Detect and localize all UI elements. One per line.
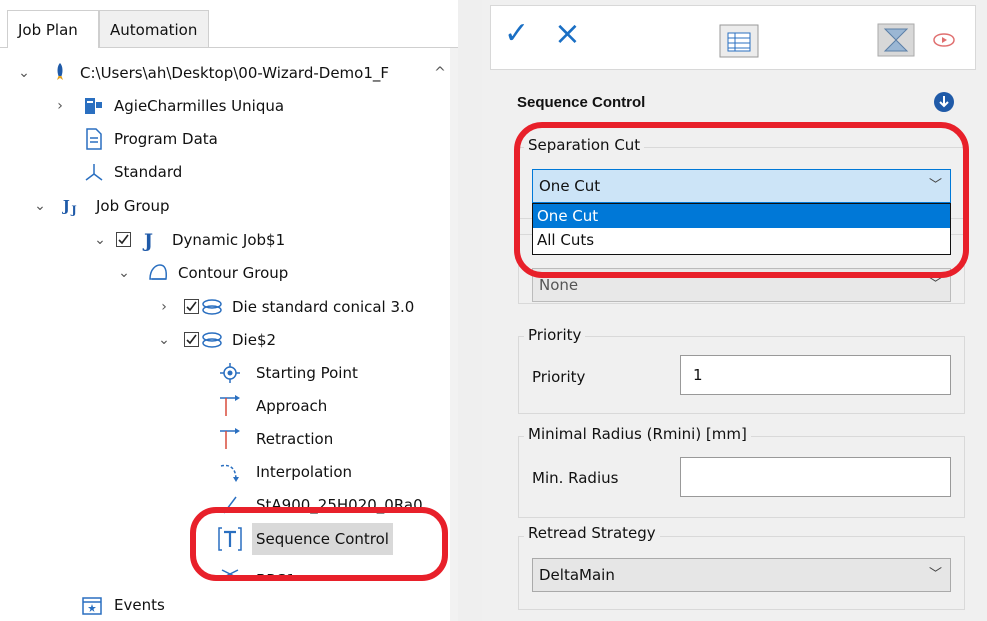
hidden-select-value: None bbox=[539, 276, 579, 294]
svg-text:J: J bbox=[70, 204, 76, 217]
interpolation-icon bbox=[220, 464, 239, 482]
tree-item-starting-point[interactable]: Starting Point bbox=[0, 357, 450, 389]
tree-item-label: Die$2 bbox=[232, 331, 277, 349]
min-radius-label: Min. Radius bbox=[532, 469, 619, 487]
rocket-icon bbox=[57, 63, 63, 80]
checkbox-checked[interactable] bbox=[184, 299, 199, 314]
tree-item-contour-group[interactable]: ⌄ Contour Group bbox=[0, 257, 450, 289]
panel-title: Sequence Control bbox=[517, 94, 646, 111]
min-radius-input[interactable] bbox=[680, 457, 951, 497]
tab-automation[interactable]: Automation bbox=[99, 10, 209, 48]
tree-item-root[interactable]: ⌄ C:\Users\ah\Desktop\00-Wizard-Demo1_F … bbox=[0, 57, 450, 89]
retread-strategy-title: Retread Strategy bbox=[524, 524, 660, 542]
highlight-outline-dropdown bbox=[514, 122, 969, 278]
retraction-icon bbox=[220, 428, 240, 449]
tree-item-label: Standard bbox=[114, 163, 183, 181]
reset-icon[interactable] bbox=[877, 23, 915, 57]
tree-item-label: Retraction bbox=[256, 430, 334, 448]
checkbox-checked[interactable] bbox=[116, 232, 131, 247]
tree-item-label: Job Group bbox=[96, 197, 170, 215]
tree-item-label: Interpolation bbox=[256, 463, 352, 481]
document-icon bbox=[86, 128, 102, 150]
svg-text:J: J bbox=[62, 198, 70, 215]
contour-group-icon bbox=[149, 264, 167, 280]
panel-splitter[interactable] bbox=[458, 0, 482, 621]
tree-item-dynamic-job[interactable]: ⌄ J Dynamic Job$1 bbox=[0, 224, 450, 256]
tree-scrollbar[interactable] bbox=[450, 48, 458, 621]
tree-item-label: Program Data bbox=[114, 130, 218, 148]
tree-item-label: Contour Group bbox=[178, 264, 289, 282]
chevron-down-icon[interactable]: ⌄ bbox=[156, 324, 172, 356]
tab-job-plan[interactable]: Job Plan bbox=[7, 10, 99, 48]
tree-item-label: Dynamic Job$1 bbox=[172, 231, 286, 249]
cycle-icon[interactable] bbox=[929, 26, 959, 54]
chevron-down-icon[interactable]: ⌄ bbox=[92, 224, 108, 256]
tree-item-standard[interactable]: Standard bbox=[0, 156, 450, 188]
chevron-down-icon[interactable]: ⌄ bbox=[116, 257, 132, 289]
collapse-section-icon[interactable] bbox=[934, 92, 954, 112]
tree-item-approach[interactable]: Approach bbox=[0, 390, 450, 422]
job-group-icon: J J bbox=[62, 198, 77, 217]
tree-item-label: Events bbox=[114, 596, 165, 614]
chevron-down-icon[interactable]: ⌄ bbox=[32, 190, 48, 222]
priority-value: 1 bbox=[693, 366, 703, 384]
retread-strategy-select[interactable]: DeltaMain ﹀ bbox=[532, 558, 951, 592]
tab-bar: Job Plan Automation bbox=[0, 0, 458, 48]
chevron-down-icon: ﹀ bbox=[928, 567, 942, 582]
tree-item-job-group[interactable]: ⌄ J J Job Group bbox=[0, 190, 450, 222]
chevron-up-icon[interactable]: ^ bbox=[432, 57, 448, 89]
properties-panel: ✓ × Sequence Control Separation Cut One … bbox=[482, 0, 987, 621]
calendar-icon bbox=[82, 597, 102, 615]
min-radius-title: Minimal Radius (Rmini) [mm] bbox=[524, 425, 751, 443]
tree-item-label: AgieCharmilles Uniqua bbox=[114, 97, 285, 115]
tree-item-label: Approach bbox=[256, 397, 328, 415]
target-icon bbox=[220, 363, 240, 383]
priority-input[interactable]: 1 bbox=[680, 355, 951, 395]
properties-toolbar: ✓ × bbox=[490, 5, 976, 70]
tree-item-die2[interactable]: ⌄ Die$2 bbox=[0, 324, 450, 356]
tree-item-die-standard[interactable]: › Die standard conical 3.0 bbox=[0, 291, 450, 323]
cancel-button[interactable]: × bbox=[554, 14, 581, 52]
tree-item-machine[interactable]: › AgieCharmilles Uniqua bbox=[0, 90, 450, 122]
chevron-down-icon[interactable]: ⌄ bbox=[16, 57, 32, 89]
axes-icon bbox=[85, 164, 103, 181]
svg-text:J: J bbox=[142, 230, 153, 252]
tree-item-interpolation[interactable]: Interpolation bbox=[0, 456, 450, 488]
tree-item-events[interactable]: Events bbox=[0, 589, 450, 621]
table-view-icon[interactable] bbox=[719, 24, 759, 58]
chevron-right-icon[interactable]: › bbox=[156, 291, 172, 323]
retread-strategy-value: DeltaMain bbox=[539, 566, 615, 584]
tree-item-label: Die standard conical 3.0 bbox=[232, 298, 415, 316]
tree-item-label: Starting Point bbox=[256, 364, 358, 382]
tree-item-retraction[interactable]: Retraction bbox=[0, 423, 450, 455]
machine-icon bbox=[85, 98, 102, 114]
approach-icon bbox=[220, 395, 240, 416]
priority-label: Priority bbox=[532, 368, 586, 386]
checkbox-checked[interactable] bbox=[184, 332, 199, 347]
ok-button[interactable]: ✓ bbox=[504, 16, 529, 51]
tree-item-label: C:\Users\ah\Desktop\00-Wizard-Demo1_F bbox=[80, 64, 390, 82]
tree-item-program-data[interactable]: Program Data bbox=[0, 123, 450, 155]
highlight-outline-tree bbox=[190, 507, 448, 581]
priority-title: Priority bbox=[524, 326, 586, 344]
job-icon: J bbox=[142, 230, 153, 252]
contour-icon bbox=[202, 332, 222, 348]
contour-icon bbox=[202, 299, 222, 315]
chevron-right-icon[interactable]: › bbox=[52, 90, 68, 122]
